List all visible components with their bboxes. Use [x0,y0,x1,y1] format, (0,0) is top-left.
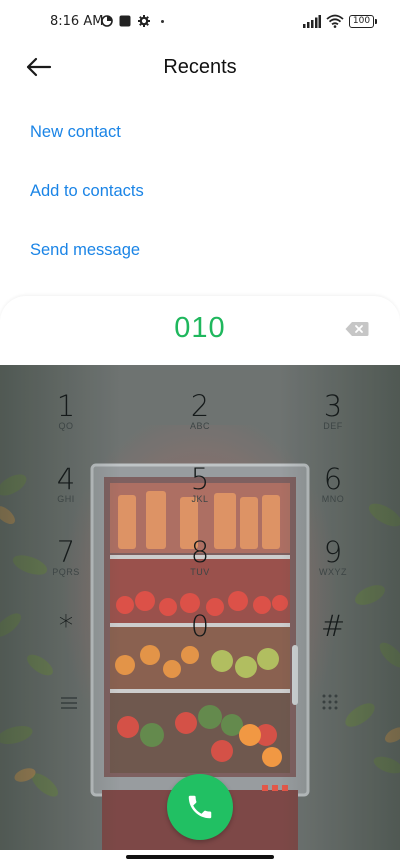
key-9[interactable]: 9 WXYZ [293,534,373,594]
timer-icon [101,15,113,27]
add-to-contacts-link[interactable]: Add to contacts [30,182,144,201]
key-1[interactable]: 1 QO [26,388,106,448]
key-star[interactable]: * [26,608,106,668]
menu-icon[interactable] [60,696,78,710]
key-2[interactable]: 2 ABC [160,388,240,448]
signal-icon [303,15,321,28]
backspace-icon[interactable] [345,321,369,337]
key-7[interactable]: 7 PQRS [26,534,106,594]
key-3[interactable]: 3 DEF [293,388,373,448]
battery-icon: 100 [349,15,377,28]
dialpad-grid-icon[interactable] [322,694,338,710]
status-bar: 8:16 AM 100 [0,0,400,44]
wifi-icon [326,14,344,28]
settings-icon [138,15,150,27]
send-message-link[interactable]: Send message [30,241,140,260]
key-hash[interactable]: # [293,608,373,668]
key-8[interactable]: 8 TUV [160,534,240,594]
key-5[interactable]: 5 JKL [160,461,240,521]
new-contact-link[interactable]: New contact [30,123,121,142]
page-title: Recents [163,56,237,78]
dialed-number: 010 [174,312,226,344]
phone-icon [188,795,212,819]
call-button[interactable] [167,774,233,840]
square-notification-icon [119,15,131,27]
more-notifications-dot [161,20,164,23]
home-indicator[interactable] [126,855,274,859]
key-6[interactable]: 6 MNO [293,461,373,521]
status-time: 8:16 AM [50,14,104,29]
key-4[interactable]: 4 GHI [26,461,106,521]
key-0[interactable]: 0 [160,608,240,668]
